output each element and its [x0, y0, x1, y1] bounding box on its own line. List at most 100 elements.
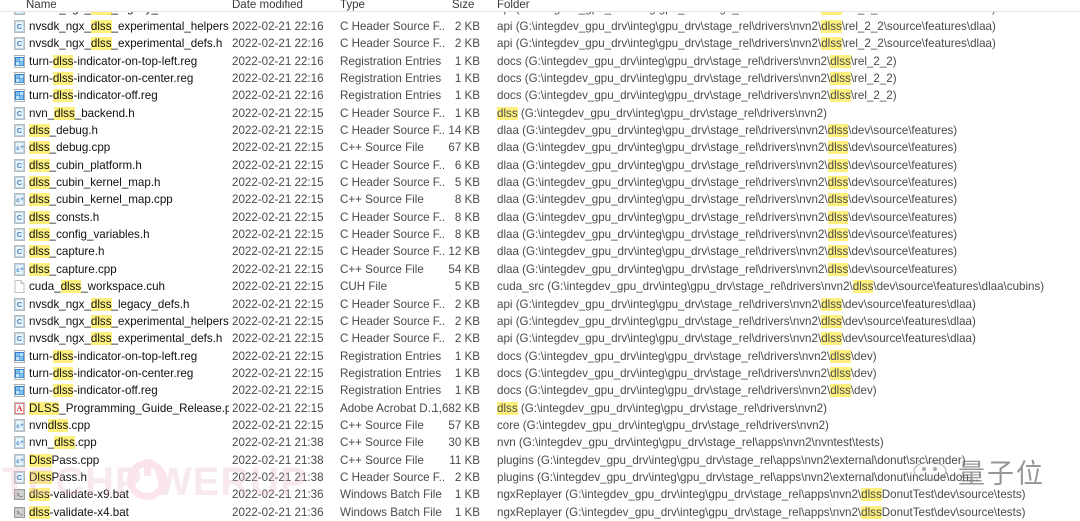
- file-size-cell: 54 KB: [448, 262, 480, 276]
- table-row[interactable]: Cnvsdk_ngx_dlss_experimental_defs.h 2022-…: [0, 330, 1080, 347]
- table-row[interactable]: turn-dlss-indicator-off.reg 2022-02-21 22…: [0, 87, 1080, 104]
- file-size-cell: 2 KB: [454, 470, 480, 484]
- column-header-folder[interactable]: Folder: [497, 0, 897, 11]
- search-term-highlight: dlss: [827, 245, 849, 259]
- file-date-modified-cell: 2022-02-21 22:15: [232, 193, 324, 207]
- file-name-cell[interactable]: nvsdk_ngx_dlss_experimental_defs.h: [29, 331, 229, 346]
- file-name-cell[interactable]: dlss_debug.h: [29, 123, 229, 138]
- file-date-modified-cell: 2022-02-21 22:15: [232, 349, 324, 363]
- column-header-date-modified[interactable]: Date modified: [232, 0, 332, 11]
- file-date-modified-cell: 2022-02-21 22:15: [232, 314, 324, 328]
- file-name-cell[interactable]: nvsdk_ngx_dlss_experimental_helpers.h: [29, 314, 229, 329]
- table-row[interactable]: dlss-validate-x9.bat 2022-02-21 21:36 Wind…: [0, 486, 1080, 503]
- file-name-cell[interactable]: nvsdk_ngx_dlss_legacy_defs.h: [29, 12, 229, 16]
- registry-file-icon: [13, 366, 26, 380]
- file-name-cell[interactable]: dlss-validate-x9.bat: [29, 487, 229, 502]
- file-folder-cell: dlaa (G:\integdev_gpu_drv\integ\gpu_drv\…: [497, 141, 958, 155]
- file-name-cell[interactable]: turn-dlss-indicator-on-top-left.reg: [29, 54, 229, 69]
- svg-text:C: C: [17, 22, 23, 31]
- table-row[interactable]: Cdlss_cubin_kernel_map.h 2022-02-21 22:15…: [0, 174, 1080, 191]
- file-size-cell: 30 KB: [448, 436, 480, 450]
- file-name-cell[interactable]: turn-dlss-indicator-on-center.reg: [29, 366, 229, 381]
- file-name-cell[interactable]: nvsdk_ngx_dlss_experimental_helpers.h: [29, 19, 229, 34]
- table-row[interactable]: Cnvsdk_ngx_dlss_legacy_defs.h2022-02-21 …: [0, 296, 1080, 313]
- c-header-file-icon: C: [13, 245, 26, 259]
- svg-text:C: C: [17, 126, 23, 135]
- file-name-cell[interactable]: nvn_dlss_backend.h: [29, 106, 229, 121]
- file-name-cell[interactable]: turn-dlss-indicator-off.reg: [29, 383, 229, 398]
- table-row[interactable]: Cdlss_config_variables.h 2022-02-21 22:15…: [0, 226, 1080, 243]
- cpp-source-file-icon: c +: [13, 141, 26, 155]
- search-term-highlight: dlss: [29, 124, 50, 138]
- file-name-cell[interactable]: dlss_cubin_kernel_map.cpp: [29, 192, 229, 207]
- search-term-highlight: Dlss: [29, 470, 52, 484]
- search-term-highlight: dlss: [852, 280, 874, 294]
- c-header-file-icon: C: [13, 20, 26, 33]
- file-name-cell[interactable]: nvndlss.cpp: [29, 418, 229, 433]
- file-name-cell[interactable]: turn-dlss-indicator-on-top-left.reg: [29, 349, 229, 364]
- file-name-cell[interactable]: dlss_consts.h: [29, 210, 229, 225]
- table-row[interactable]: cuda_dlss_workspace.cuh 2022-02-21 22:15 C…: [0, 278, 1080, 295]
- table-row[interactable]: Cnvsdk_ngx_dlss_experimental_helpers.h 20…: [0, 18, 1080, 35]
- table-row[interactable]: Cdlss_capture.h 2022-02-21 22:15 C Header …: [0, 243, 1080, 260]
- table-row[interactable]: Cnvsdk_ngx_dlss_experimental_defs.h 2022-…: [0, 35, 1080, 52]
- table-row[interactable]: c + nvn_dlss.cpp 2022-02-21 21:38 C++ Source…: [0, 434, 1080, 451]
- table-row[interactable]: c + dlss_debug.cpp 2022-02-21 22:15 C++ Sour…: [0, 139, 1080, 156]
- file-name-cell[interactable]: dlss_cubin_kernel_map.h: [29, 175, 229, 190]
- file-name-cell[interactable]: cuda_dlss_workspace.cuh: [29, 279, 229, 294]
- file-name-cell[interactable]: nvsdk_ngx_dlss_experimental_defs.h: [29, 36, 229, 51]
- file-name-cell[interactable]: nvn_dlss.cpp: [29, 435, 229, 450]
- file-name-cell[interactable]: turn-dlss-indicator-on-center.reg: [29, 71, 229, 86]
- table-row[interactable]: Cdlss_consts.h 2022-02-21 22:15 C Header S…: [0, 209, 1080, 226]
- search-term-highlight: dlss: [827, 228, 849, 242]
- file-folder-cell: dlaa (G:\integdev_gpu_drv\integ\gpu_drv\…: [497, 228, 958, 242]
- search-term-highlight: dlss: [830, 349, 851, 363]
- cpp-source-file-icon: c +: [13, 262, 26, 276]
- file-name-cell[interactable]: turn-dlss-indicator-off.reg: [29, 88, 229, 103]
- file-name-cell[interactable]: DlssPass.cpp: [29, 453, 229, 468]
- batch-file-icon: [13, 488, 26, 501]
- file-date-modified-cell: 2022-02-21 21:36: [232, 505, 324, 519]
- search-term-highlight: dlss: [821, 12, 842, 15]
- table-row[interactable]: turn-dlss-indicator-on-center.reg 2022-02…: [0, 365, 1080, 382]
- table-row[interactable]: Cnvn_dlss_backend.h 2022-02-21 22:15 C Hea…: [0, 105, 1080, 122]
- table-row[interactable]: Cdlss_debug.h 2022-02-21 22:15 C Header So…: [0, 122, 1080, 139]
- file-name-cell[interactable]: dlss_cubin_platform.h: [29, 158, 229, 173]
- table-row[interactable]: turn-dlss-indicator-on-top-left.reg 2022-…: [0, 53, 1080, 70]
- search-term-highlight: dlss: [830, 384, 851, 398]
- cpp-source-file-icon: c +: [13, 453, 26, 467]
- table-row[interactable]: turn-dlss-indicator-on-center.reg 2022-02…: [0, 70, 1080, 87]
- file-folder-cell: api (G:\integdev_gpu_drv\integ\gpu_drv\s…: [497, 314, 976, 328]
- file-name-cell[interactable]: dlss_capture.h: [29, 244, 229, 259]
- table-row[interactable]: dlss-validate-x4.bat 2022-02-21 21:36 Wind…: [0, 504, 1080, 521]
- table-row[interactable]: turn-dlss-indicator-off.reg 2022-02-21 22…: [0, 382, 1080, 399]
- file-date-modified-cell: 2022-02-21 22:15: [232, 124, 324, 138]
- file-name-cell[interactable]: dlss_config_variables.h: [29, 227, 229, 242]
- table-row[interactable]: c + dlss_cubin_kernel_map.cpp 2022-02-21 22…: [0, 191, 1080, 208]
- table-row[interactable]: Cdlss_cubin_platform.h 2022-02-21 22:15 C …: [0, 157, 1080, 174]
- column-header-size[interactable]: Size: [452, 0, 502, 11]
- file-name-cell[interactable]: DLSS_Programming_Guide_Release.pdf: [29, 401, 229, 416]
- table-row[interactable]: turn-dlss-indicator-on-top-left.reg 2022-…: [0, 348, 1080, 365]
- table-row[interactable]: Cnvsdk_ngx_dlss_experimental_helpers.h 20…: [0, 313, 1080, 330]
- file-name-cell[interactable]: dlss_debug.cpp: [29, 140, 229, 155]
- file-date-modified-cell: 2022-02-21 22:15: [232, 141, 324, 155]
- file-name-cell[interactable]: dlss-validate-x4.bat: [29, 505, 229, 520]
- file-name-cell[interactable]: dlss_capture.cpp: [29, 262, 229, 277]
- file-date-modified-cell: 2022-02-21 22:15: [232, 297, 324, 311]
- file-size-cell: 1 KB: [454, 54, 480, 68]
- file-name-cell[interactable]: DlssPass.h: [29, 470, 229, 485]
- table-row[interactable]: c + dlss_capture.cpp 2022-02-21 22:15 C++ So…: [0, 261, 1080, 278]
- table-row[interactable]: c + nvndlss.cpp 2022-02-21 22:15 C++ Source …: [0, 417, 1080, 434]
- table-row[interactable]: c + DlssPass.cpp 2022-02-21 21:38 C++ Source…: [0, 452, 1080, 469]
- table-row[interactable]: C DlssPass.h 2022-02-21 21:38 C Header Sour…: [0, 469, 1080, 486]
- c-header-file-icon: C: [13, 210, 26, 224]
- column-header-type[interactable]: Type: [340, 0, 420, 11]
- table-row[interactable]: A DLSS_Programming_Guide_Release.pdf 2022-…: [0, 400, 1080, 417]
- search-term-highlight: dlss: [60, 280, 82, 294]
- file-size-cell: 2 KB: [420, 12, 480, 16]
- file-name-cell[interactable]: nvsdk_ngx_dlss_legacy_defs.h: [29, 297, 229, 312]
- c-header-file-icon: C: [13, 176, 26, 190]
- column-header-name[interactable]: Name: [26, 0, 226, 11]
- file-size-cell: 1 KB: [454, 488, 480, 502]
